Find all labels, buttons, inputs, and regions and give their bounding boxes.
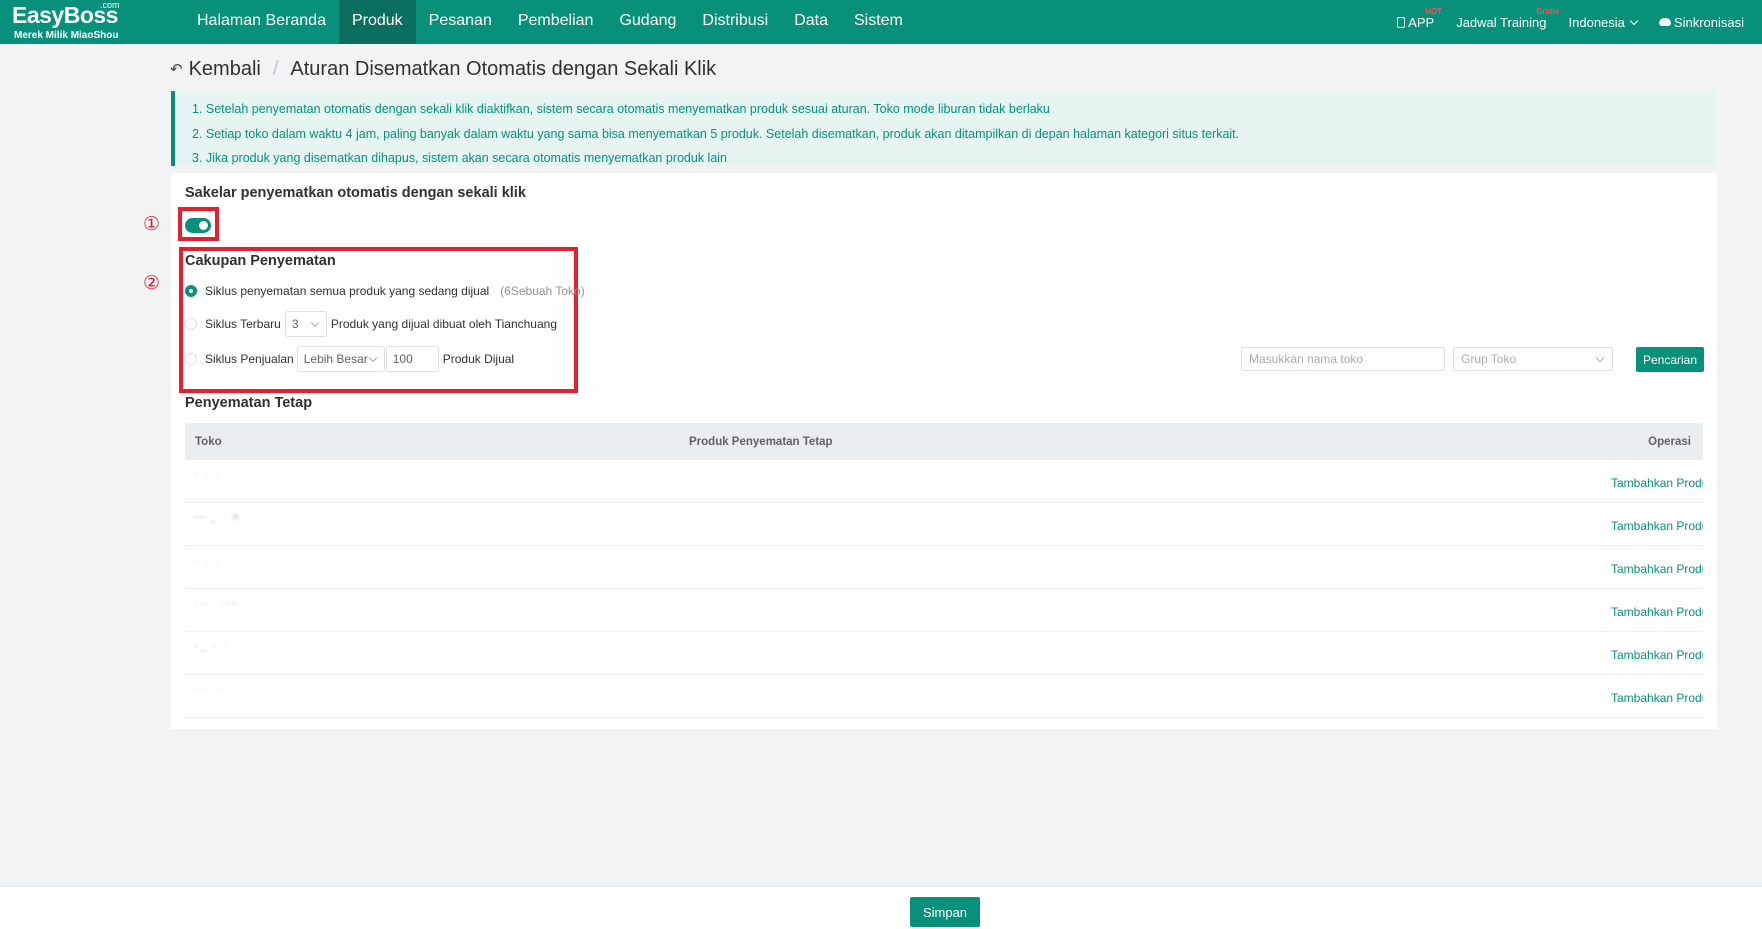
- language-selector[interactable]: Indonesia: [1568, 14, 1639, 30]
- scope-option-latest-prefix: Siklus Terbaru: [205, 317, 281, 331]
- sync-label: Sinkronisasi: [1673, 14, 1744, 30]
- scope-option-sales-suffix: Produk Dijual: [442, 352, 515, 366]
- brand-subtitle: Merek Milik MiaoShou: [14, 30, 119, 41]
- training-link[interactable]: Jadwal Training Gratis: [1456, 7, 1559, 30]
- sales-compare-select[interactable]: Lebih Besar: [296, 346, 385, 372]
- store-group-placeholder: Grup Toko: [1461, 352, 1517, 366]
- auto-pin-switch[interactable]: [185, 218, 211, 233]
- blurred-store-name: ···· ·--: [195, 598, 238, 609]
- brand-logo[interactable]: EasyBoss .com Merek Milik MiaoShou: [12, 0, 142, 42]
- app-label: APP: [1408, 14, 1435, 30]
- training-label: Jadwal Training: [1456, 14, 1547, 30]
- column-header-store: Toko: [195, 435, 222, 448]
- store-group-select[interactable]: Grup Toko: [1453, 347, 1613, 371]
- breadcrumb: ↶ Kembali / Aturan Disematkan Otomatis d…: [170, 56, 716, 82]
- add-product-link[interactable]: Tambahkan Produk: [1611, 476, 1703, 490]
- column-header-operation: Operasi: [1648, 435, 1691, 448]
- top-navbar: EasyBoss .com Merek Milik MiaoShou Halam…: [0, 0, 1762, 44]
- scope-option-latest-suffix: Produk yang dijual dibuat oleh Tianchuan…: [330, 317, 557, 331]
- back-link[interactable]: Kembali: [189, 58, 261, 81]
- scope-option-all-label: Siklus penyematan semua produk yang seda…: [205, 284, 490, 298]
- add-product-link[interactable]: Tambahkan Produk: [1611, 605, 1703, 619]
- scope-option-all[interactable]: Siklus penyematan semua produk yang seda…: [185, 283, 585, 299]
- chevron-down-icon: [310, 318, 320, 328]
- scope-option-sales[interactable]: Siklus Penjualan Lebih Besar 100 Produk …: [185, 346, 514, 372]
- radio-all[interactable]: [185, 285, 197, 297]
- blurred-store-name: · · ·: [195, 555, 221, 566]
- add-product-link[interactable]: Tambahkan Produk: [1611, 648, 1703, 662]
- nav-item-sistem[interactable]: Sistem: [841, 0, 916, 44]
- table-row: ··· ·· Tambahkan Produk: [185, 675, 1703, 718]
- cloud-icon: [1658, 18, 1671, 26]
- latest-cycle-value: 3: [291, 317, 299, 331]
- nav-item-pesanan[interactable]: Pesanan: [416, 0, 505, 44]
- store-search-input[interactable]: Masukkan nama toko: [1241, 347, 1445, 371]
- chevron-down-icon: [368, 353, 377, 363]
- language-label: Indonesia: [1568, 14, 1625, 30]
- brand-com: .com: [100, 0, 120, 10]
- nav-item-distribusi[interactable]: Distribusi: [689, 0, 781, 44]
- add-product-link[interactable]: Tambahkan Produk: [1611, 691, 1703, 705]
- fixed-pin-table: Toko Produk Penyematan Tetap Operasi · ·…: [185, 423, 1703, 718]
- annotation-2: ②: [143, 272, 161, 294]
- table-row: -- _ · n Tambahkan Produk: [185, 503, 1703, 546]
- fixed-section-title: Penyematan Tetap: [185, 395, 313, 411]
- settings-card: Sakelar penyematkan otomatis dengan seka…: [171, 173, 1717, 729]
- info-notice: 1. Setelah penyematan otomatis dengan se…: [171, 91, 1717, 166]
- radio-sales[interactable]: [185, 353, 197, 365]
- main-nav: Halaman Beranda Produk Pesanan Pembelian…: [184, 0, 916, 44]
- table-row: · · · Tambahkan Produk: [185, 546, 1703, 589]
- blurred-store-name: -_ · ·: [195, 641, 229, 652]
- notice-line-2: 2. Setiap toko dalam waktu 4 jam, paling…: [192, 126, 1240, 141]
- scope-option-sales-prefix: Siklus Penjualan: [205, 352, 294, 366]
- radio-latest[interactable]: [185, 318, 197, 330]
- column-header-product: Produk Penyematan Tetap: [689, 435, 833, 448]
- page-title: Aturan Disematkan Otomatis dengan Sekali…: [290, 57, 717, 80]
- back-icon[interactable]: ↶: [170, 60, 183, 78]
- free-badge: Gratis: [1536, 6, 1560, 16]
- blurred-store-name: · · ·: [195, 469, 221, 480]
- sales-threshold-value: 100: [392, 352, 413, 366]
- annotation-1: ①: [143, 213, 161, 235]
- sync-button[interactable]: Sinkronisasi: [1658, 14, 1744, 30]
- add-product-link[interactable]: Tambahkan Produk: [1611, 562, 1703, 576]
- nav-item-halaman-beranda[interactable]: Halaman Beranda: [184, 0, 339, 44]
- save-button[interactable]: Simpan: [910, 897, 980, 927]
- nav-item-produk[interactable]: Produk: [338, 0, 416, 44]
- nav-item-pembelian[interactable]: Pembelian: [505, 0, 607, 44]
- hot-badge: HOT: [1425, 6, 1443, 16]
- sales-threshold-input[interactable]: 100: [385, 346, 439, 372]
- breadcrumb-separator: /: [272, 57, 279, 80]
- scope-option-all-hint: (6Sebuah Toko): [500, 284, 585, 298]
- table-row: · · · Tambahkan Produk: [185, 460, 1703, 503]
- chevron-down-icon: [1629, 16, 1639, 25]
- search-button[interactable]: Pencarian: [1636, 347, 1704, 372]
- latest-cycle-select[interactable]: 3: [284, 311, 327, 337]
- app-link[interactable]: APP HOT: [1397, 7, 1442, 30]
- blurred-store-name: ··· ··: [195, 684, 227, 695]
- notice-line-1: 1. Setelah penyematan otomatis dengan se…: [192, 102, 1050, 116]
- nav-item-data[interactable]: Data: [781, 0, 841, 44]
- scope-section-title: Cakupan Penyematan: [185, 253, 336, 269]
- add-product-link[interactable]: Tambahkan Produk: [1611, 519, 1703, 533]
- scope-option-latest[interactable]: Siklus Terbaru 3 Produk yang dijual dibu…: [185, 311, 557, 337]
- table-row: ···· ·-- Tambahkan Produk: [185, 589, 1703, 632]
- blurred-store-name: -- _ · n: [195, 512, 241, 523]
- switch-section-title: Sakelar penyematkan otomatis dengan seka…: [185, 185, 526, 201]
- phone-icon: [1397, 16, 1406, 28]
- nav-item-gudang[interactable]: Gudang: [606, 0, 689, 44]
- table-header: Toko Produk Penyematan Tetap Operasi: [185, 423, 1703, 460]
- footer-bar: Simpan: [0, 886, 1762, 929]
- table-row: -_ · · Tambahkan Produk: [185, 632, 1703, 675]
- header-right: APP HOT Jadwal Training Gratis Indonesia…: [1397, 0, 1744, 44]
- notice-line-3: 3. Jika produk yang disematkan dihapus, …: [192, 151, 728, 165]
- chevron-down-icon: [1595, 353, 1605, 363]
- sales-compare-value: Lebih Besar: [303, 352, 368, 366]
